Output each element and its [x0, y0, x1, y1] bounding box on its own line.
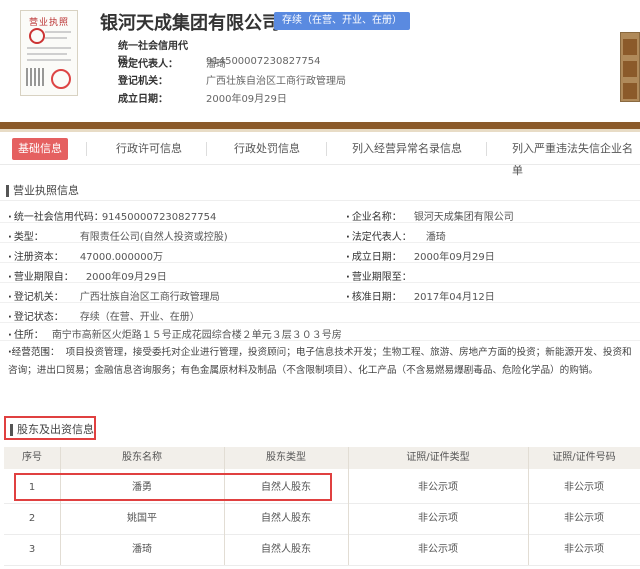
col-header-type: 股东类型: [266, 452, 306, 463]
license-section-title: 营业执照信息: [6, 182, 79, 198]
license-thumb-title: 营业执照: [28, 18, 69, 28]
emblem-icon: [29, 28, 45, 44]
header-divider: [0, 122, 640, 129]
header-founded-date: 成立日期： 2000年09月29日: [118, 94, 287, 105]
field-company-type: · 类型： 有限责任公司(自然人投资或控股): [8, 232, 228, 243]
tab-basic-info[interactable]: 基础信息: [12, 138, 68, 160]
decorative-crest: [620, 32, 640, 102]
table-row[interactable]: 3 潘琦 自然人股东 非公示项 非公示项: [4, 535, 640, 566]
field-company-name: · 企业名称： 银河天成集团有限公司: [346, 212, 514, 223]
field-address: · 住所： 南宁市高新区火炬路１５号正成花园综合楼２单元３层３０３号房: [8, 330, 342, 341]
field-credit-code: · 统一社会信用代码：914500007230827754: [8, 212, 217, 223]
row-highlight-box: [14, 473, 332, 501]
field-reg-authority: · 登记机关： 广西壮族自治区工商行政管理局: [8, 292, 220, 303]
status-badge: 存续（在营、开业、在册）: [274, 12, 410, 30]
tab-admin-penalty[interactable]: 行政处罚信息: [234, 138, 300, 160]
tab-admin-license[interactable]: 行政许可信息: [116, 138, 182, 160]
header-legal-rep: 法定代表人： 潘琦: [118, 59, 226, 70]
tab-blacklist[interactable]: 列入严重违法失信企业名单: [512, 138, 640, 177]
col-header-cert-type: 证照/证件类型: [406, 452, 470, 463]
field-business-scope: ·经营范围： 项目投资管理，接受委托对企业进行管理，投资顾问；电子信息技术开发；生…: [8, 347, 632, 376]
field-term-to: · 营业期限至：: [346, 272, 412, 283]
field-founded-date: · 成立日期： 2000年09月29日: [346, 252, 495, 263]
tab-bar: 基础信息 行政许可信息 行政处罚信息 列入经营异常名录信息 列入严重违法失信企业…: [0, 138, 640, 177]
table-header: 序号 股东名称 股东类型 证照/证件类型 证照/证件号码: [4, 447, 640, 469]
field-registered-capital: · 注册资本： 47000.000000万: [8, 252, 163, 263]
table-row[interactable]: 2 姚国平 自然人股东 非公示项 非公示项: [4, 504, 640, 535]
header-reg-authority: 登记机关： 广西壮族自治区工商行政管理局: [118, 76, 346, 87]
col-header-name: 股东名称: [122, 452, 162, 463]
qr-code-icon: [26, 68, 44, 86]
license-thumbnail[interactable]: 营业执照: [20, 10, 78, 96]
stamp-icon: [51, 69, 71, 89]
field-legal-rep: · 法定代表人： 潘琦: [346, 232, 446, 243]
col-header-cert-no: 证照/证件号码: [552, 452, 616, 463]
company-name: 银河天成集团有限公司: [100, 13, 280, 34]
header-divider-accent: [0, 129, 640, 132]
col-header-no: 序号: [22, 452, 42, 463]
tab-abnormal-list[interactable]: 列入经营异常名录信息: [352, 138, 462, 160]
field-term-from: · 营业期限自： 2000年09月29日: [8, 272, 167, 283]
shareholder-title-highlight: [4, 416, 96, 440]
field-reg-status: · 登记状态： 存续（在营、开业、在册）: [8, 312, 200, 323]
field-approval-date: · 核准日期： 2017年04月12日: [346, 292, 495, 303]
